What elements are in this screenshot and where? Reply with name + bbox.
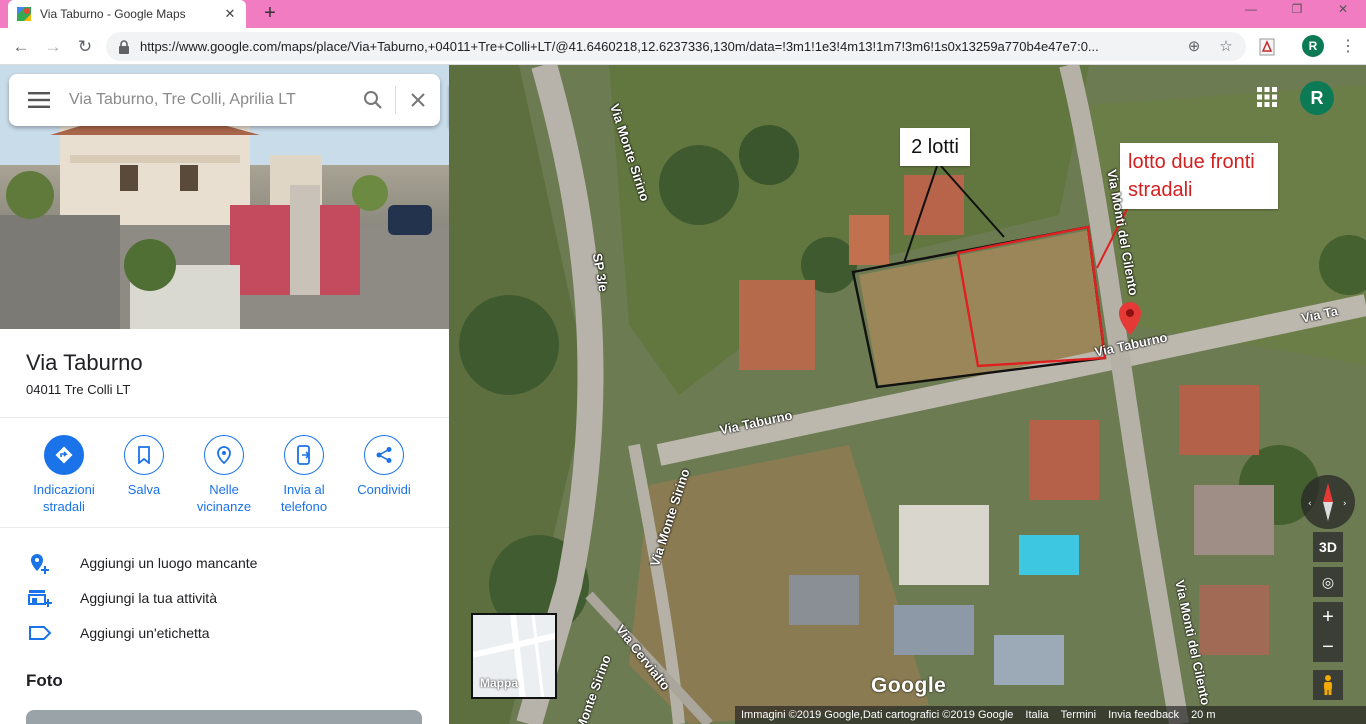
hamburger-menu-icon[interactable]	[9, 74, 69, 126]
url-text: https://www.google.com/maps/place/Via+Ta…	[140, 39, 1099, 54]
bookmark-icon	[124, 435, 164, 475]
save-button[interactable]: Salva	[104, 435, 184, 498]
browser-menu-icon[interactable]: ⋮	[1338, 34, 1358, 60]
photos-heading: Foto	[26, 671, 63, 690]
send-to-phone-label: Invia al telefono	[280, 482, 328, 514]
satellite-map[interactable]: 2 lotti lotto due fronti stradali Via Mo…	[449, 65, 1366, 724]
browser-tab[interactable]: Via Taburno - Google Maps ✕	[8, 0, 246, 28]
footer-link-italia[interactable]: Italia	[1019, 709, 1054, 721]
svg-text:›: ›	[1343, 499, 1347, 509]
directions-button[interactable]: Indicazioni stradali	[24, 435, 104, 515]
zoom-in-button[interactable]: +	[1313, 602, 1343, 632]
add-label-text: Aggiungi un'etichetta	[80, 625, 210, 641]
add-business-label: Aggiungi la tua attività	[80, 590, 217, 606]
forward-arrow-icon[interactable]: →	[40, 34, 66, 60]
tab-title: Via Taburno - Google Maps	[40, 7, 186, 21]
pegman-icon[interactable]	[1313, 670, 1343, 700]
profile-avatar[interactable]: R	[1302, 35, 1324, 57]
save-label: Salva	[127, 482, 161, 497]
add-place-icon	[0, 552, 80, 574]
add-place-row[interactable]: Aggiungi un luogo mancante	[0, 548, 449, 578]
send-to-phone-icon	[284, 435, 324, 475]
add-place-label: Aggiungi un luogo mancante	[80, 555, 258, 571]
search-box[interactable]: Via Taburno, Tre Colli, Aprilia LT	[9, 74, 440, 126]
bookmark-star-icon[interactable]: ☆	[1216, 32, 1236, 61]
restore-button[interactable]: ❐	[1274, 0, 1320, 28]
back-arrow-icon[interactable]: ←	[8, 34, 34, 60]
directions-label: Indicazioni stradali	[33, 482, 95, 514]
place-title: Via Taburno	[26, 350, 143, 375]
google-logo: Google	[871, 674, 947, 697]
annotation-lotto-due-fronti: lotto due fronti stradali	[1120, 143, 1278, 209]
my-location-icon[interactable]: ◎	[1313, 567, 1343, 597]
tab-close-icon[interactable]: ✕	[222, 6, 238, 22]
minimize-button[interactable]: —	[1228, 0, 1274, 28]
map-footer: Immagini ©2019 Google,Dati cartografici …	[735, 706, 1366, 724]
scale-label: 20 m	[1191, 709, 1216, 721]
action-buttons: Indicazioni stradali Salva Nelle vicinan…	[0, 435, 449, 515]
lock-icon	[119, 39, 129, 54]
add-label-row[interactable]: Aggiungi un'etichetta	[0, 618, 449, 648]
street-view-photo[interactable]: Via Taburno, Tre Colli, Aprilia LT	[0, 65, 449, 329]
zoom-out-button[interactable]: −	[1313, 632, 1343, 662]
share-label: Condividi	[357, 482, 411, 497]
divider	[0, 527, 449, 528]
browser-toolbar: ← → ↻ https://www.google.com/maps/place/…	[0, 28, 1366, 65]
directions-icon	[44, 435, 84, 475]
search-input[interactable]: Via Taburno, Tre Colli, Aprilia LT	[69, 91, 351, 109]
label-icon	[0, 625, 80, 641]
account-avatar[interactable]: R	[1300, 81, 1334, 115]
nearby-button[interactable]: Nelle vicinanze	[184, 435, 264, 515]
reload-icon[interactable]: ↻	[72, 34, 98, 60]
footer-link-terms[interactable]: Termini	[1055, 709, 1102, 721]
compass-icon[interactable]: ‹ ›	[1301, 475, 1355, 529]
place-address: 04011 Tre Colli LT	[26, 382, 131, 397]
nearby-icon	[204, 435, 244, 475]
3d-toggle-button[interactable]: 3D	[1313, 532, 1343, 562]
browser-tab-bar: Via Taburno - Google Maps ✕ + — ❐ ✕	[0, 0, 1366, 28]
share-icon	[364, 435, 404, 475]
minimap-label: Mappa	[480, 676, 519, 690]
new-tab-button[interactable]: +	[258, 2, 282, 26]
pdf-extension-icon[interactable]	[1258, 38, 1276, 56]
place-panel: Via Taburno, Tre Colli, Aprilia LT Via T…	[0, 65, 449, 724]
close-window-button[interactable]: ✕	[1320, 0, 1366, 28]
divider	[0, 417, 449, 418]
maps-favicon-icon	[17, 7, 31, 21]
share-button[interactable]: Condividi	[344, 435, 424, 498]
search-icon[interactable]	[351, 74, 395, 126]
nearby-label: Nelle vicinanze	[196, 482, 252, 514]
address-bar[interactable]: https://www.google.com/maps/place/Via+Ta…	[106, 32, 1246, 61]
photo-thumbnail[interactable]	[26, 710, 422, 724]
send-to-phone-button[interactable]: Invia al telefono	[264, 435, 344, 515]
annotation-2-lotti: 2 lotti	[900, 128, 970, 166]
zoom-icon[interactable]: ⊕	[1184, 32, 1204, 61]
svg-text:‹: ‹	[1308, 499, 1312, 509]
footer-link-feedback[interactable]: Invia feedback	[1102, 709, 1185, 721]
copyright-text: Immagini ©2019 Google,Dati cartografici …	[741, 709, 1014, 721]
apps-grid-icon[interactable]	[1255, 85, 1279, 109]
close-icon[interactable]	[396, 74, 440, 126]
map-type-toggle[interactable]: Mappa	[471, 613, 557, 699]
add-business-icon	[0, 588, 80, 608]
add-business-row[interactable]: Aggiungi la tua attività	[0, 583, 449, 613]
